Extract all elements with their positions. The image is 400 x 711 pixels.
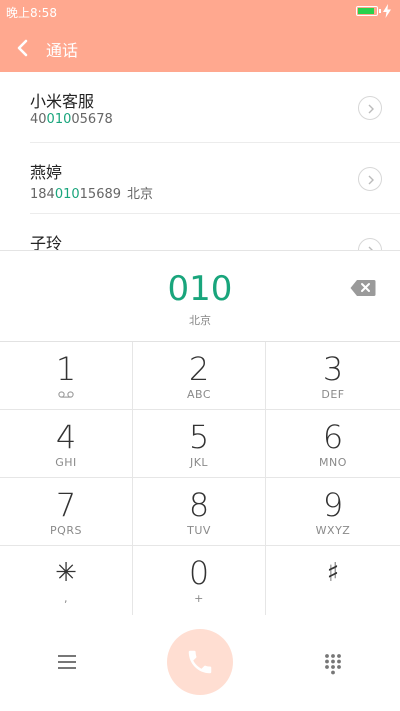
menu-icon[interactable]	[58, 654, 76, 670]
key-letters: TUV	[187, 524, 211, 537]
delete-icon[interactable]	[350, 279, 376, 297]
voicemail-icon	[58, 391, 74, 398]
key-digit: ✳	[55, 558, 77, 588]
dialer-bottom-bar	[0, 615, 400, 711]
key-7[interactable]: 7 PQRS	[0, 478, 133, 546]
key-2[interactable]: 2 ABC	[133, 342, 266, 410]
contact-row[interactable]: 小米客服 4001005678	[0, 72, 400, 142]
key-letters: GHI	[55, 456, 77, 469]
key-9[interactable]: 9 WXYZ	[266, 478, 400, 546]
key-digit: 3	[322, 350, 344, 388]
key-5[interactable]: 5 JKL	[133, 410, 266, 478]
dial-keypad: 1 2 ABC 3 DEF 4 GHI 5 JKL 6 MNO 7 PQRS 8…	[0, 341, 400, 616]
contact-row[interactable]: 子玲	[0, 214, 400, 250]
key-star[interactable]: ✳ ,	[0, 546, 133, 616]
contact-row[interactable]: 燕婷 18401015689 北京	[0, 143, 400, 213]
chevron-right-icon	[368, 104, 374, 114]
contact-name: 燕婷	[30, 163, 63, 182]
call-button[interactable]	[167, 629, 233, 695]
contact-detail-button[interactable]	[358, 238, 382, 250]
key-digit: 8	[188, 486, 210, 524]
key-digit: 5	[188, 418, 210, 456]
number-location: 北京	[189, 314, 211, 327]
key-digit: 7	[55, 486, 77, 524]
dialed-number[interactable]: 010	[0, 269, 400, 309]
key-digit: 6	[322, 418, 344, 456]
contact-suggestion-list[interactable]: 小米客服 4001005678 燕婷 18401015689 北京 子玲	[0, 72, 400, 250]
key-digit: 9	[322, 486, 344, 524]
key-hash[interactable]: ♯	[266, 546, 400, 616]
charging-icon	[383, 4, 391, 18]
contact-number: 4001005678	[30, 112, 113, 127]
contact-name: 小米客服	[30, 92, 95, 111]
key-letters: WXYZ	[315, 524, 351, 537]
contact-detail-button[interactable]	[358, 167, 382, 191]
phone-icon	[188, 650, 212, 674]
dial-input-area: 010 北京	[0, 250, 400, 341]
back-icon[interactable]	[14, 36, 32, 60]
key-4[interactable]: 4 GHI	[0, 410, 133, 478]
key-digit: 1	[55, 350, 77, 388]
chevron-right-icon	[368, 175, 374, 185]
key-digit: 0	[188, 554, 210, 592]
key-digit: 2	[188, 350, 210, 388]
page-title: 通话	[46, 41, 79, 60]
key-letters: ,	[64, 592, 68, 605]
contact-location: 北京	[127, 187, 154, 202]
app-bar: 通话	[0, 24, 400, 72]
key-8[interactable]: 8 TUV	[133, 478, 266, 546]
contact-name: 子玲	[30, 234, 63, 250]
contact-detail-button[interactable]	[358, 96, 382, 120]
key-digit: 4	[55, 418, 77, 456]
key-letters: +	[194, 592, 204, 605]
keypad-icon[interactable]	[324, 653, 342, 675]
key-letters: PQRS	[50, 524, 82, 537]
key-digit: ♯	[326, 558, 340, 588]
status-time: 晚上8:58	[6, 6, 57, 20]
key-6[interactable]: 6 MNO	[266, 410, 400, 478]
key-3[interactable]: 3 DEF	[266, 342, 400, 410]
key-letters: JKL	[189, 456, 209, 469]
key-0[interactable]: 0 +	[133, 546, 266, 616]
contact-number: 18401015689 北京	[30, 187, 154, 202]
key-letters: MNO	[319, 456, 347, 469]
battery-icon	[356, 6, 381, 16]
key-letters: DEF	[321, 388, 345, 401]
key-letters: ABC	[186, 388, 212, 401]
status-bar: 晚上8:58	[0, 0, 400, 24]
key-1[interactable]: 1	[0, 342, 133, 410]
